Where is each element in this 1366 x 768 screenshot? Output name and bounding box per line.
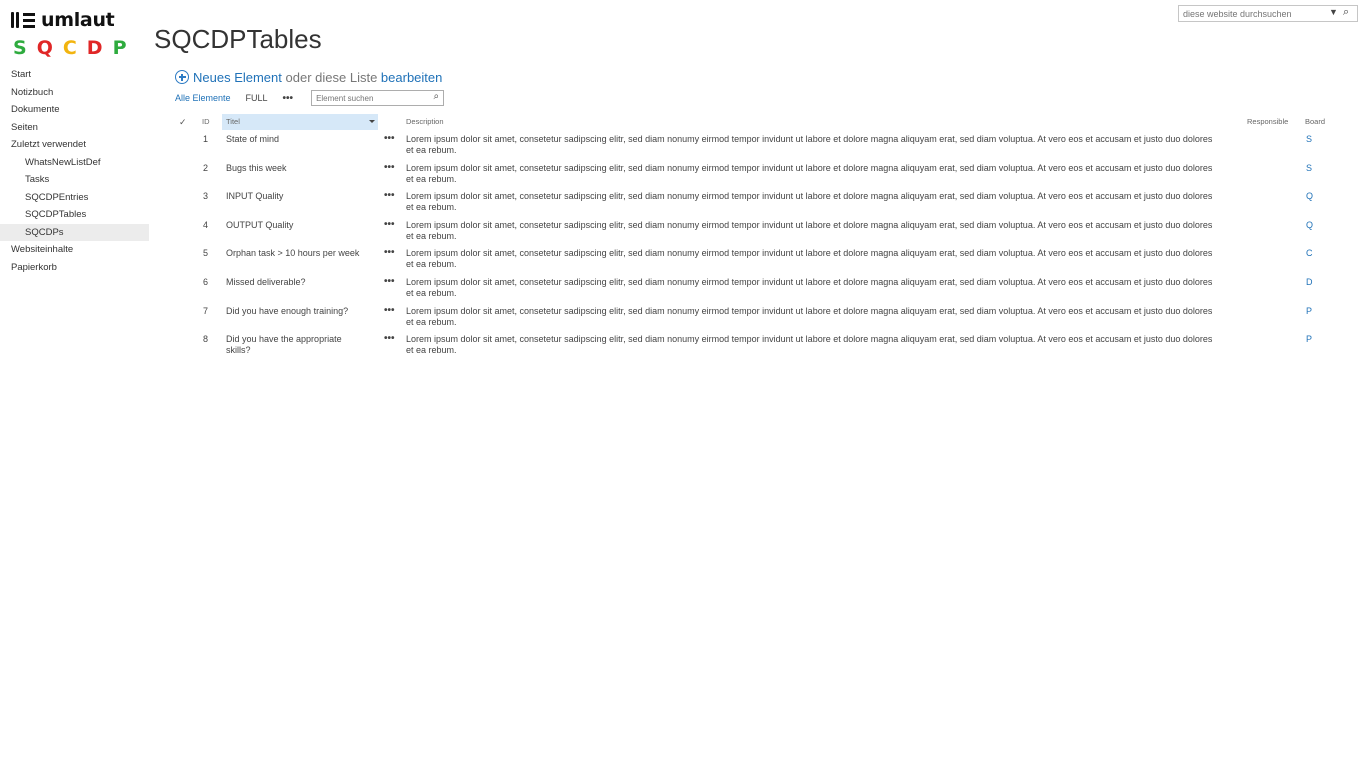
logo-letter: S: [13, 37, 27, 59]
table-row[interactable]: 2 Bugs this week Lorem ipsum dolor sit ame…: [175, 162, 1355, 191]
nav-item-seiten[interactable]: Seiten: [0, 119, 149, 137]
row-id: 8: [203, 334, 209, 345]
column-header-title[interactable]: Titel: [222, 114, 378, 130]
row-board-link[interactable]: Q: [1306, 191, 1313, 201]
row-board-link[interactable]: P: [1306, 306, 1312, 316]
column-header-id[interactable]: ID: [202, 114, 210, 130]
row-id: 3: [203, 191, 209, 202]
item-menu-ellipsis-icon[interactable]: •••: [384, 247, 395, 258]
new-item-link[interactable]: Neues Element: [193, 70, 282, 85]
row-id: 2: [203, 162, 209, 173]
column-header-title-label: Titel: [226, 117, 240, 126]
row-description: Lorem ipsum dolor sit amet, consetetur s…: [406, 305, 1213, 327]
row-description: Lorem ipsum dolor sit amet, consetetur s…: [406, 248, 1213, 270]
site-search-input[interactable]: [1179, 6, 1325, 21]
row-description: Lorem ipsum dolor sit amet, consetetur s…: [406, 191, 1213, 213]
row-title[interactable]: OUTPUT Quality: [226, 220, 366, 231]
column-header-responsible[interactable]: Responsible: [1247, 114, 1288, 130]
list-search-box[interactable]: ⌕: [311, 90, 445, 106]
nav-item-zuletzt-verwendet[interactable]: Zuletzt verwendet: [0, 136, 149, 154]
row-title[interactable]: INPUT Quality: [226, 191, 366, 202]
row-title[interactable]: Did you have the appropriate skills?: [226, 334, 366, 356]
row-id: 4: [203, 219, 209, 230]
nav-item-dokumente[interactable]: Dokumente: [0, 101, 149, 119]
row-board-link[interactable]: Q: [1306, 220, 1313, 230]
site-logo[interactable]: umlaut SQCDP: [11, 9, 131, 59]
list-search-input[interactable]: [312, 91, 427, 105]
row-board-link[interactable]: P: [1306, 334, 1312, 344]
row-id: 5: [203, 248, 209, 259]
table-row[interactable]: 5 Orphan task > 10 hours per week Lorem ip…: [175, 247, 1355, 276]
item-menu-ellipsis-icon[interactable]: •••: [384, 305, 395, 316]
new-item-middle-text: oder diese Liste: [285, 70, 378, 85]
row-title[interactable]: Did you have enough training?: [226, 306, 366, 317]
column-header-description[interactable]: Description: [406, 114, 444, 130]
item-menu-ellipsis-icon[interactable]: •••: [384, 162, 395, 173]
search-icon[interactable]: ⌕: [1343, 6, 1349, 19]
item-menu-ellipsis-icon[interactable]: •••: [384, 190, 395, 201]
view-full[interactable]: FULL: [246, 93, 268, 103]
table-row[interactable]: 1 State of mind Lorem ipsum dolor sit amet…: [175, 133, 1355, 162]
table-row[interactable]: 3 INPUT Quality Lorem ipsum dolor sit amet…: [175, 190, 1355, 219]
edit-list-link[interactable]: bearbeiten: [381, 70, 442, 85]
row-description: Lorem ipsum dolor sit amet, consetetur s…: [406, 277, 1213, 298]
row-id: 7: [203, 305, 209, 316]
item-menu-ellipsis-icon[interactable]: •••: [384, 276, 395, 287]
row-description: Lorem ipsum dolor sit amet, consetetur s…: [406, 219, 1213, 241]
nav-item-notizbuch[interactable]: Notizbuch: [0, 84, 149, 102]
search-scope-dropdown-icon[interactable]: ▼: [1329, 7, 1338, 17]
row-board-link[interactable]: S: [1306, 163, 1312, 173]
table-row[interactable]: 4 OUTPUT Quality Lorem ipsum dolor sit ame…: [175, 219, 1355, 248]
quick-launch-nav: Start Notizbuch Dokumente Seiten Zuletzt ver…: [0, 66, 149, 276]
item-menu-ellipsis-icon[interactable]: •••: [384, 333, 395, 344]
row-title[interactable]: State of mind: [226, 134, 366, 145]
row-id: 1: [203, 134, 209, 144]
row-board-link[interactable]: D: [1306, 277, 1313, 287]
table-row[interactable]: 6 Missed deliverable? Lorem ipsum dolor si…: [175, 276, 1355, 305]
row-description: Lorem ipsum dolor sit amet, consetetur s…: [406, 162, 1213, 184]
table-row[interactable]: 8 Did you have the appropriate skills? Lor…: [175, 333, 1355, 362]
logo-wordmark: umlaut: [41, 9, 115, 31]
row-title[interactable]: Missed deliverable?: [226, 277, 366, 288]
nav-item-sqcdps[interactable]: SQCDPs: [0, 223, 149, 241]
row-id: 6: [203, 277, 209, 287]
add-circle-icon[interactable]: [175, 70, 189, 84]
select-all-checkbox[interactable]: ✓: [179, 114, 187, 130]
view-selector-bar: Alle Elemente FULL ••• ⌕: [175, 90, 445, 106]
table-row[interactable]: 7 Did you have enough training? Lorem ipsu…: [175, 305, 1355, 334]
umlaut-logo-icon: [11, 12, 35, 28]
chevron-down-icon[interactable]: [369, 120, 375, 123]
logo-letter: D: [86, 37, 103, 59]
row-title[interactable]: Orphan task > 10 hours per week: [226, 248, 366, 259]
column-header-board[interactable]: Board: [1305, 114, 1325, 130]
search-icon[interactable]: ⌕: [433, 91, 439, 102]
sqcdp-letters: SQCDP: [13, 37, 131, 59]
logo-letter: Q: [36, 37, 53, 59]
row-title[interactable]: Bugs this week: [226, 163, 366, 174]
nav-item-websiteinhalte[interactable]: Websiteinhalte: [0, 241, 149, 259]
more-views-icon[interactable]: •••: [283, 93, 294, 104]
nav-item-tasks[interactable]: Tasks: [0, 171, 149, 189]
nav-item-sqcdpentries[interactable]: SQCDPEntries: [0, 189, 149, 207]
page-title: SQCDPTables: [154, 24, 322, 54]
nav-item-sqcdptables[interactable]: SQCDPTables: [0, 206, 149, 224]
new-item-bar: Neues Element oder diese Liste bearbeite…: [175, 68, 442, 85]
nav-item-papierkorb[interactable]: Papierkorb: [0, 259, 149, 277]
site-search-box[interactable]: ▼ ⌕: [1178, 5, 1358, 22]
item-menu-ellipsis-icon[interactable]: •••: [384, 219, 395, 230]
nav-item-start[interactable]: Start: [0, 66, 149, 84]
row-description: Lorem ipsum dolor sit amet, consetetur s…: [406, 134, 1213, 155]
nav-item-whatsnewlistdef[interactable]: WhatsNewListDef: [0, 154, 149, 172]
logo-letter: C: [62, 37, 77, 59]
row-board-link[interactable]: C: [1306, 248, 1313, 258]
item-menu-ellipsis-icon[interactable]: •••: [384, 133, 395, 144]
logo-letter: P: [112, 37, 127, 59]
row-description: Lorem ipsum dolor sit amet, consetetur s…: [406, 334, 1213, 356]
row-board-link[interactable]: S: [1306, 134, 1312, 144]
view-all-items[interactable]: Alle Elemente: [175, 93, 231, 103]
